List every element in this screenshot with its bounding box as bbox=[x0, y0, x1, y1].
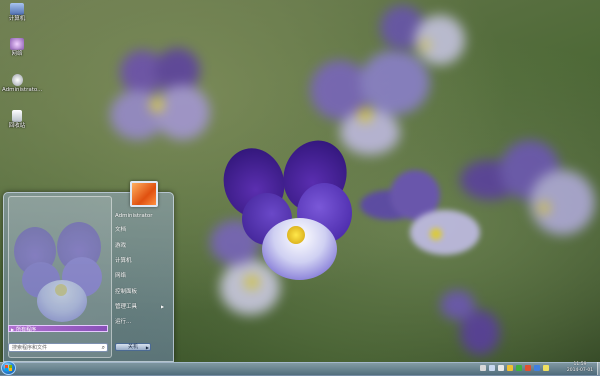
start-item-documents[interactable]: 文档 bbox=[115, 226, 126, 234]
all-programs-label: 所有程序 bbox=[16, 327, 37, 333]
start-search-input[interactable]: 搜索程序和文件 ⌕ bbox=[8, 343, 108, 352]
start-menu: ▶ 所有程序 搜索程序和文件 ⌕ Administrator 文档 游戏 计算机 … bbox=[3, 181, 174, 362]
desktop-icon-recycle-bin[interactable]: 回收站 bbox=[2, 110, 32, 130]
start-item-label: 运行... bbox=[115, 319, 132, 325]
start-item-control-panel[interactable]: 控制面板 bbox=[115, 288, 137, 296]
shutdown-label: 关机 bbox=[127, 344, 138, 350]
desktop-icon-label: 网络 bbox=[11, 51, 23, 57]
volume-icon[interactable] bbox=[498, 365, 504, 371]
background-flower bbox=[380, 0, 470, 70]
desktop-icon-label: 计算机 bbox=[8, 16, 26, 22]
chevron-right-icon[interactable]: ▶ bbox=[146, 344, 149, 351]
background-flower bbox=[440, 290, 520, 360]
search-placeholder: 搜索程序和文件 bbox=[12, 345, 48, 351]
action-center-icon[interactable] bbox=[480, 365, 486, 371]
triangle-right-icon: ▶ bbox=[11, 327, 15, 332]
shutdown-button[interactable]: 关机 ▶ bbox=[115, 343, 151, 351]
start-item-label: 游戏 bbox=[115, 243, 127, 249]
start-item-computer[interactable]: 计算机 bbox=[115, 257, 132, 265]
search-icon[interactable]: ⌕ bbox=[102, 344, 105, 352]
start-item-label: Administrator bbox=[115, 213, 153, 219]
start-menu-programs-pane bbox=[8, 196, 112, 358]
input-icon[interactable] bbox=[543, 365, 549, 371]
network-icon bbox=[10, 38, 24, 50]
background-flower bbox=[100, 40, 220, 160]
start-item-run[interactable]: 运行... bbox=[115, 318, 131, 326]
desktop-icon-label: Administrato... bbox=[2, 87, 43, 93]
desktop-icon-label: 回收站 bbox=[8, 123, 26, 129]
desktop-icon-user-folder[interactable]: Administrato... bbox=[2, 74, 43, 94]
all-programs-button[interactable]: ▶ 所有程序 bbox=[8, 325, 108, 333]
start-item-admin-tools[interactable]: 管理工具 ▶ bbox=[115, 303, 164, 311]
chevron-right-icon: ▶ bbox=[161, 304, 165, 309]
computer-icon bbox=[10, 3, 24, 15]
ime-icon[interactable] bbox=[507, 365, 513, 371]
taskbar-clock[interactable]: 11:59 2014-07-01 bbox=[563, 362, 597, 374]
start-button[interactable] bbox=[1, 361, 16, 375]
desktop-icon-computer[interactable]: 计算机 bbox=[2, 3, 32, 23]
windows-logo-icon bbox=[5, 365, 12, 371]
flag-icon[interactable] bbox=[525, 365, 531, 371]
start-item-label: 文档 bbox=[115, 227, 127, 233]
desktop-icon-network[interactable]: 网络 bbox=[2, 38, 32, 58]
clock-date: 2014-07-01 bbox=[566, 368, 594, 373]
recycle-bin-icon bbox=[12, 110, 22, 122]
background-flower bbox=[360, 170, 490, 260]
start-item-label: 网络 bbox=[115, 273, 127, 279]
user-picture[interactable] bbox=[130, 181, 158, 207]
start-item-label: 控制面板 bbox=[115, 289, 138, 295]
system-tray bbox=[480, 363, 560, 374]
start-item-label: 管理工具 bbox=[115, 304, 138, 310]
start-item-games[interactable]: 游戏 bbox=[115, 242, 126, 250]
start-item-user[interactable]: Administrator bbox=[115, 212, 153, 220]
start-item-label: 计算机 bbox=[115, 258, 132, 264]
violet-flower bbox=[215, 131, 357, 288]
power-icon[interactable] bbox=[534, 365, 540, 371]
user-folder-icon bbox=[11, 74, 23, 86]
network-icon[interactable] bbox=[489, 365, 495, 371]
security-icon[interactable] bbox=[516, 365, 522, 371]
start-item-network[interactable]: 网络 bbox=[115, 272, 126, 280]
